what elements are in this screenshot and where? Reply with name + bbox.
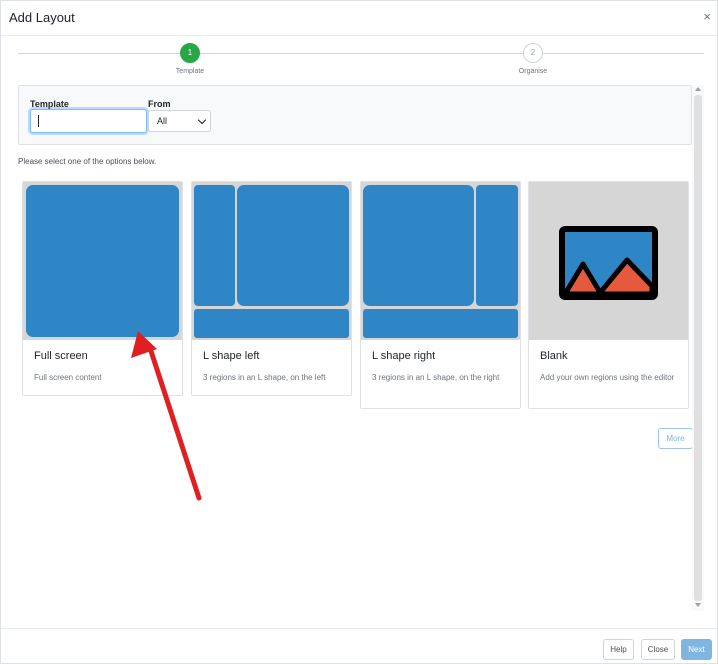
modal-title: Add Layout: [9, 10, 75, 25]
card-description: Full screen content: [34, 373, 102, 382]
text-caret: [38, 115, 39, 127]
scrollbar-thumb[interactable]: [694, 95, 702, 601]
step-organise[interactable]: 2 Organise: [503, 43, 563, 75]
step-template[interactable]: 1 Template: [160, 43, 220, 75]
layout-region: [26, 185, 179, 337]
step-number: 2: [523, 43, 543, 63]
wizard-stepper: 1 Template 2 Organise: [1, 37, 717, 81]
card-description: Add your own regions using the editor: [540, 373, 675, 382]
close-icon[interactable]: ×: [703, 9, 711, 25]
full-screen-layout-icon: [23, 182, 182, 340]
add-layout-modal: Add Layout × 1 Template 2 Organise Templ…: [0, 0, 718, 664]
layout-region: [363, 309, 518, 338]
layout-region: [476, 185, 518, 306]
template-filter-label: Template: [30, 99, 69, 109]
filter-panel: Template From All: [18, 85, 692, 145]
modal-header: Add Layout ×: [1, 1, 717, 36]
layout-card-l-shape-right[interactable]: L shape right 3 regions in an L shape, o…: [360, 181, 521, 409]
step-label: Template: [175, 68, 205, 75]
template-search-input[interactable]: [30, 109, 147, 133]
l-shape-right-layout-icon: [361, 182, 520, 340]
card-title: Blank: [540, 350, 568, 362]
from-selected-value: All: [157, 116, 168, 126]
close-button[interactable]: Close: [641, 639, 675, 660]
blank-layout-thumb: [529, 182, 688, 340]
image-placeholder-icon: [559, 226, 658, 300]
card-description: 3 regions in an L shape, on the right: [372, 373, 500, 382]
next-button[interactable]: Next: [681, 639, 712, 660]
instruction-text: Please select one of the options below.: [18, 157, 157, 166]
vertical-scrollbar[interactable]: [692, 85, 704, 611]
modal-footer: Help Close Next: [1, 628, 717, 664]
from-select[interactable]: All: [148, 110, 211, 132]
card-title: L shape right: [372, 350, 436, 362]
layout-region: [363, 185, 474, 306]
scroll-down-arrow-icon[interactable]: [695, 603, 701, 607]
from-filter-label: From: [148, 99, 171, 109]
layout-card-blank[interactable]: Blank Add your own regions using the edi…: [528, 181, 689, 409]
step-label: Organise: [518, 68, 548, 75]
more-button[interactable]: More: [658, 428, 693, 449]
layout-region: [194, 309, 349, 338]
l-shape-left-layout-icon: [192, 182, 351, 340]
card-title: L shape left: [203, 350, 260, 362]
card-title: Full screen: [34, 350, 88, 362]
template-scroll-area: Template From All Please select one of t…: [1, 85, 704, 611]
layout-card-full-screen[interactable]: Full screen Full screen content: [22, 181, 183, 396]
stepper-line: [18, 53, 704, 54]
layout-region: [194, 185, 235, 306]
layout-region: [237, 185, 349, 306]
scroll-up-arrow-icon[interactable]: [695, 87, 701, 91]
help-button[interactable]: Help: [603, 639, 634, 660]
card-description: 3 regions in an L shape, on the left: [203, 373, 326, 382]
chevron-down-icon: [197, 115, 207, 125]
layout-card-l-shape-left[interactable]: L shape left 3 regions in an L shape, on…: [191, 181, 352, 396]
step-number: 1: [180, 43, 200, 63]
